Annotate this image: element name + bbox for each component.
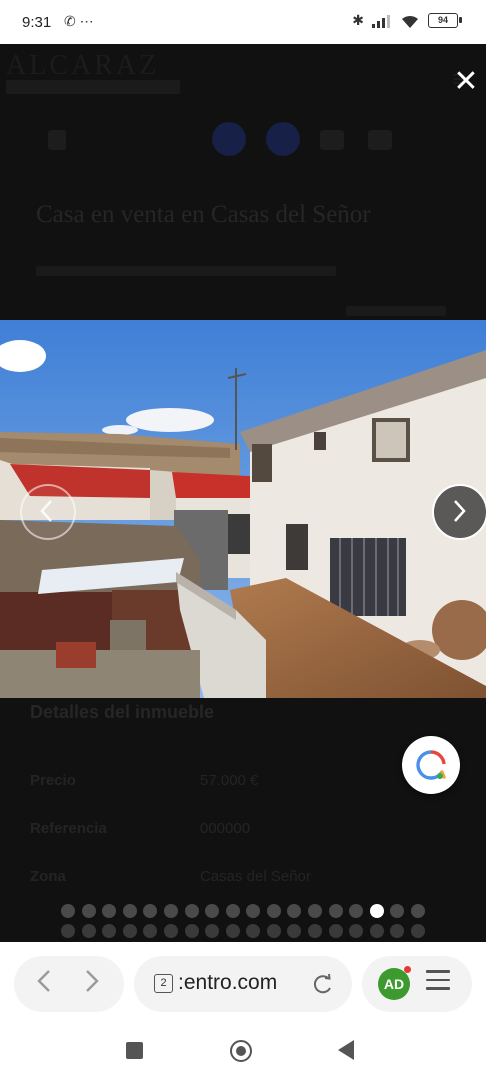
gallery-dot-secondary: [122, 924, 137, 938]
gallery-dot-secondary: [60, 924, 75, 938]
gallery-dot[interactable]: [246, 904, 261, 918]
detail-value: 000000: [200, 820, 251, 837]
system-navigation-bar: [0, 1024, 486, 1080]
detail-value: Casas del Señor: [200, 868, 311, 885]
gallery-dot-secondary: [369, 924, 384, 938]
status-time: 9:31: [22, 14, 52, 31]
gallery-dot-secondary: [163, 924, 178, 938]
chevron-left-icon: [40, 500, 52, 522]
gallery-pagination-dots-secondary: [0, 924, 486, 938]
gallery-dot[interactable]: [143, 904, 158, 918]
gallery-dot-secondary: [287, 924, 302, 938]
site-logo: ALCARAZ: [6, 50, 160, 81]
gallery-pagination-dots: [0, 904, 486, 918]
print-icon: [368, 130, 392, 150]
bg-back-icon: [48, 130, 66, 150]
gallery-dot-secondary: [102, 924, 117, 938]
detail-row: Zona Casas del Señor: [30, 868, 311, 885]
hamburger-icon[interactable]: [426, 970, 450, 996]
facebook-share-icon: [212, 122, 246, 156]
gallery-dot-secondary: [205, 924, 220, 938]
status-right-icons: ✱ 94: [352, 12, 462, 29]
status-left-icons: ✆ ⋯: [64, 13, 94, 30]
email-share-icon: [320, 130, 344, 150]
browser-tools-group: AD: [362, 956, 472, 1012]
gallery-dot-secondary: [266, 924, 281, 938]
address-bar[interactable]: 2 :entro.com: [134, 956, 352, 1012]
more-icon: ⋯: [79, 13, 94, 29]
gallery-dot-secondary: [390, 924, 405, 938]
chevron-right-icon: [454, 500, 466, 522]
details-heading: Detalles del inmueble: [30, 702, 215, 722]
site-logo-bar: [6, 80, 180, 94]
listing-subtitle-line: [36, 266, 336, 276]
gallery-dot[interactable]: [163, 904, 178, 918]
battery-icon: 94: [428, 13, 462, 28]
chevron-left-icon: [37, 970, 50, 992]
listing-title: Casa en venta en Casas del Señor: [36, 201, 371, 228]
back-icon[interactable]: [338, 1040, 354, 1060]
status-bar: 9:31 ✆ ⋯ ✱ 94: [0, 0, 486, 44]
url-text[interactable]: :entro.com: [178, 971, 277, 995]
listing-price-line: [346, 306, 446, 316]
close-icon: ✕: [453, 65, 479, 98]
gallery-dot-secondary: [411, 924, 426, 938]
gallery-dot-active[interactable]: [369, 904, 384, 918]
tab-count-badge[interactable]: 2: [154, 974, 173, 993]
gallery-dot-secondary: [246, 924, 261, 938]
gallery-dot-secondary: [143, 924, 158, 938]
gallery-dot[interactable]: [390, 904, 405, 918]
browser-forward-button[interactable]: [84, 968, 100, 1000]
home-icon[interactable]: [230, 1040, 252, 1062]
gallery-dot[interactable]: [102, 904, 117, 918]
chevron-right-icon: [86, 970, 99, 992]
gallery-dot-secondary: [81, 924, 96, 938]
reload-icon[interactable]: [312, 973, 334, 995]
twitter-share-icon: [266, 122, 300, 156]
gallery-dot[interactable]: [266, 904, 281, 918]
whatsapp-icon: ✆: [64, 13, 76, 29]
browser-nav-group: [14, 956, 124, 1012]
gallery-dot[interactable]: [225, 904, 240, 918]
lens-search-button[interactable]: [402, 736, 460, 794]
image-viewer-overlay: ALCARAZ ≡ Casa en venta en Casas del Señ…: [0, 44, 486, 942]
gallery-dot[interactable]: [349, 904, 364, 918]
extension-notification-badge: [404, 966, 411, 973]
detail-row: Referencia 000000: [30, 820, 250, 837]
gallery-dot[interactable]: [122, 904, 137, 918]
adblock-extension-icon[interactable]: AD: [378, 968, 410, 1000]
gallery-dot[interactable]: [328, 904, 343, 918]
previous-image-button[interactable]: [20, 484, 76, 540]
gallery-dot[interactable]: [184, 904, 199, 918]
gallery-dot-secondary: [184, 924, 199, 938]
gallery-dot[interactable]: [205, 904, 220, 918]
next-image-button[interactable]: [432, 484, 486, 540]
recent-apps-icon[interactable]: [126, 1042, 143, 1059]
gallery-dot[interactable]: [60, 904, 75, 918]
gallery-dot-secondary: [328, 924, 343, 938]
close-viewer-button[interactable]: ✕: [450, 66, 482, 98]
browser-toolbar: 2 :entro.com AD: [0, 942, 486, 1024]
bluetooth-icon: ✱: [352, 12, 364, 28]
detail-value: 57.000 €: [200, 772, 259, 789]
gallery-dot-secondary: [225, 924, 240, 938]
gallery-dot[interactable]: [411, 904, 426, 918]
detail-label: Zona: [30, 868, 66, 885]
detail-label: Referencia: [30, 820, 107, 837]
detail-row: Precio 57.000 €: [30, 772, 258, 789]
signal-icon: [372, 14, 390, 28]
gallery-dot[interactable]: [81, 904, 96, 918]
browser-back-button[interactable]: [36, 968, 52, 1000]
wifi-icon: [402, 15, 418, 28]
lens-search-icon: [416, 750, 446, 780]
detail-label: Precio: [30, 772, 76, 789]
gallery-dot-secondary: [349, 924, 364, 938]
gallery-dot-secondary: [308, 924, 323, 938]
gallery-dot[interactable]: [287, 904, 302, 918]
gallery-dot[interactable]: [308, 904, 323, 918]
